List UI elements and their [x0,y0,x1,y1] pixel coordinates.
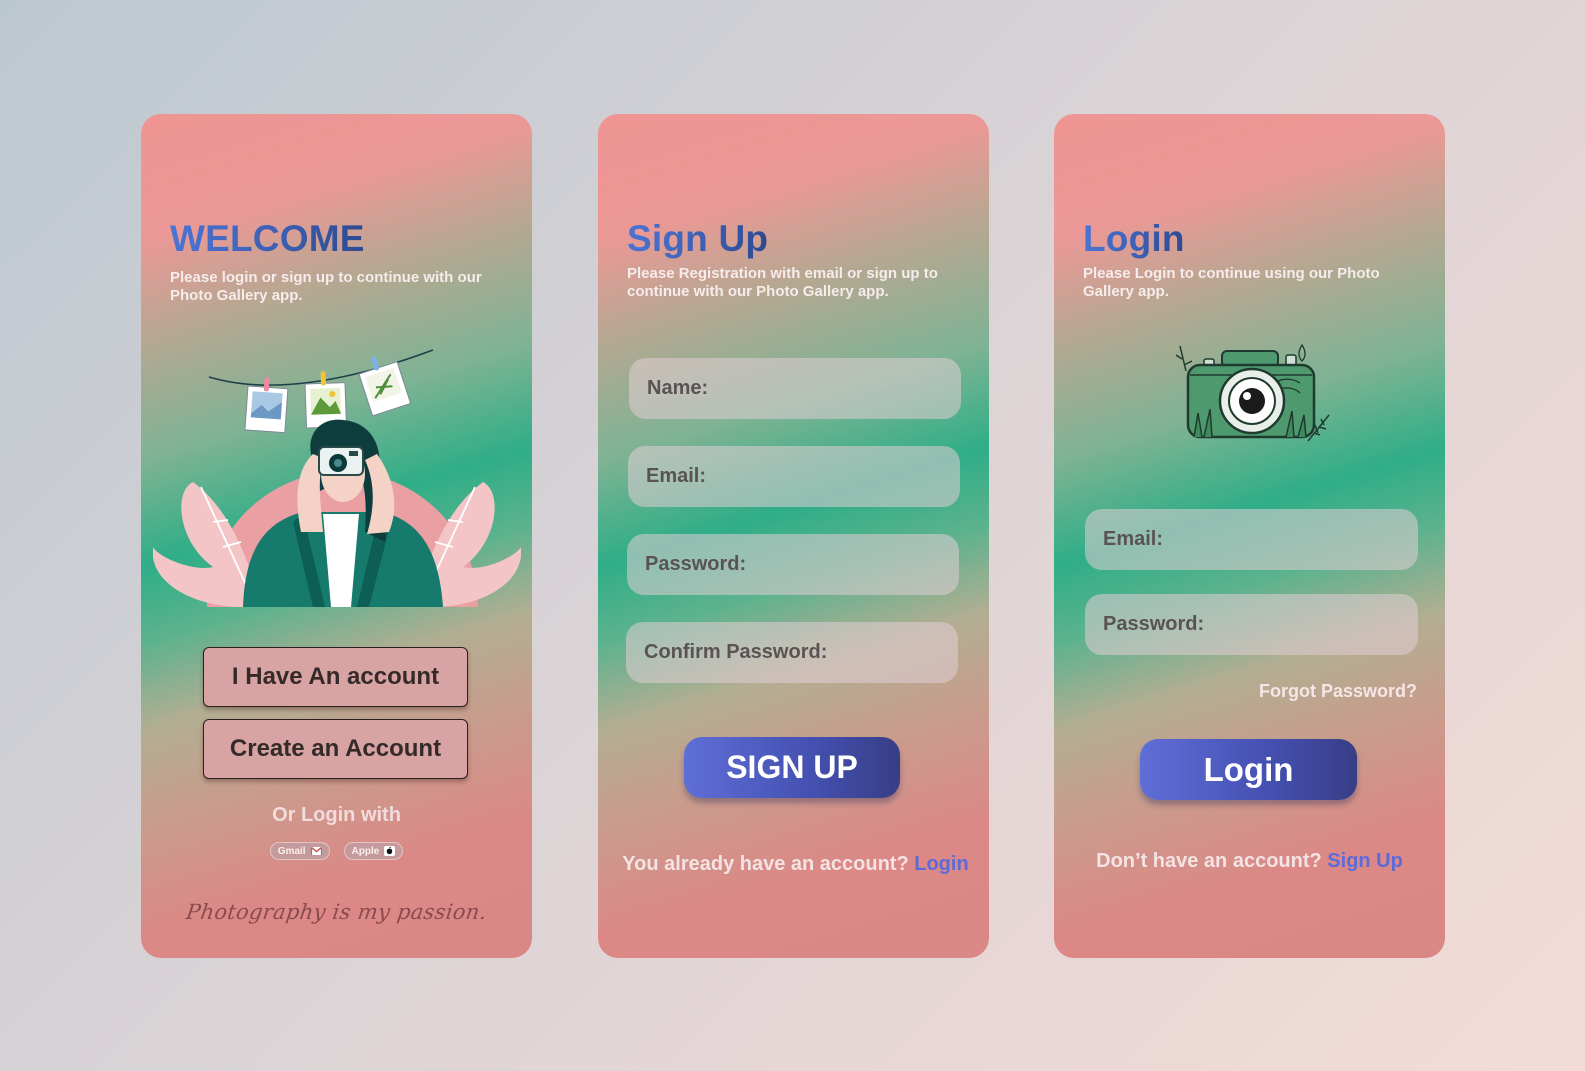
password-field[interactable]: Password: [627,534,959,595]
camera-icon [1175,343,1330,442]
login-password-field[interactable]: Password: [1085,594,1418,655]
signup-link[interactable]: Sign Up [1327,850,1403,872]
signup-bottom-prompt: You already have an account? Login [598,853,989,876]
have-account-text: You already have an account? [622,853,909,875]
apple-login-button[interactable]: Apple [343,842,404,860]
signup-button[interactable]: SIGN UP [684,737,900,798]
login-button[interactable]: Login [1140,739,1357,800]
welcome-title: WELCOME [170,218,365,259]
signup-title: Sign Up [627,218,769,259]
confirm-password-field[interactable]: Confirm Password: [626,622,958,683]
gmail-label: Gmail [277,845,306,857]
gmail-login-button[interactable]: Gmail [269,842,330,860]
login-email-field[interactable]: Email: [1085,509,1418,570]
no-account-text: Don’t have an account? [1096,850,1322,872]
apple-label: Apple [351,845,380,857]
login-bottom-prompt: Don’t have an account? Sign Up [1054,850,1445,873]
create-account-button[interactable]: Create an Account [203,719,468,779]
welcome-card: WELCOME Please login or sign up to conti… [141,114,532,958]
email-field[interactable]: Email: [628,446,960,507]
login-title: Login [1083,218,1185,259]
have-account-button[interactable]: I Have An account [203,647,468,707]
signup-subtitle: Please Registration with email or sign u… [627,265,938,300]
signup-card: Sign Up Please Registration with email o… [598,114,989,958]
forgot-password-link[interactable]: Forgot Password? [1259,681,1417,702]
social-login-row: Gmail Apple [141,842,532,860]
login-link[interactable]: Login [914,853,968,875]
login-subtitle: Please Login to continue using our Photo… [1083,265,1380,300]
apple-icon [384,846,396,856]
name-field[interactable]: Name: [629,358,961,419]
welcome-subtitle: Please login or sign up to continue with… [170,269,482,304]
login-card: Login Please Login to continue using our… [1054,114,1445,958]
or-login-label: Or Login with [272,804,401,826]
tagline: Photography is my passion. [184,900,489,924]
gmail-icon [310,846,322,855]
woman-with-camera-illustration [153,349,521,607]
